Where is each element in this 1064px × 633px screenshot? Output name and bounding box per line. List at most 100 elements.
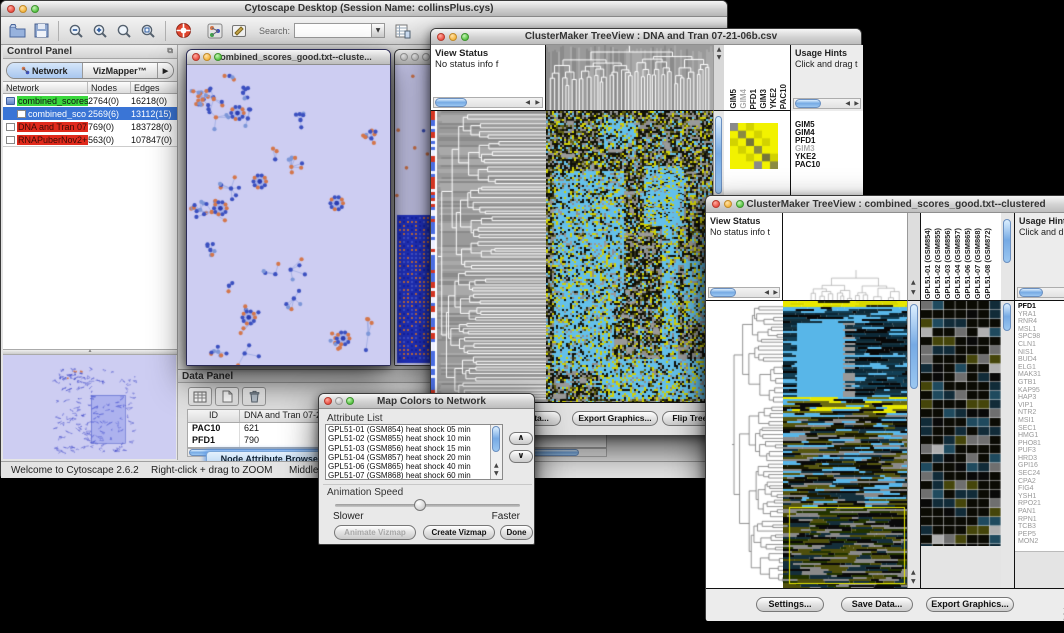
tv2-labels-vscrollbar[interactable]: [1001, 213, 1014, 301]
tv2-column-labels-panel[interactable]: GPL51-01 (GSM854)GPL51-02 (GSM855)GPL51-…: [920, 213, 1001, 301]
gene-label[interactable]: FIG4: [1018, 485, 1064, 493]
minimize-button[interactable]: [724, 200, 732, 208]
tv2-column-label[interactable]: GPL51-03 (GSM856): [943, 228, 952, 299]
scroll-up-icon[interactable]: ▲: [714, 47, 724, 53]
dialog-titlebar[interactable]: Map Colors to Network: [319, 394, 534, 409]
gene-label[interactable]: CPA2: [1018, 478, 1064, 486]
gene-label[interactable]: MSI1: [1018, 417, 1064, 425]
gene-label[interactable]: PUF3: [1018, 447, 1064, 455]
attribute-list-item[interactable]: GPL51-01 (GSM854) heat shock 05 min: [328, 425, 502, 434]
gene-label[interactable]: GPI16: [1018, 462, 1064, 470]
network-window-titlebar[interactable]: combined_scores_good.txt--cluste...: [187, 50, 390, 65]
zoom-window-button[interactable]: [346, 397, 354, 405]
zoom-out-icon[interactable]: [64, 20, 88, 42]
tv1-column-label[interactable]: GIM5: [729, 89, 738, 109]
cytoscape-titlebar[interactable]: Cytoscape Desktop (Session Name: collins…: [1, 1, 727, 17]
tab-network[interactable]: Network: [7, 63, 83, 78]
float-panel-icon[interactable]: ⧉: [167, 46, 173, 57]
tv1-status-hscrollbar[interactable]: ◀ ▶: [433, 97, 543, 108]
network-list-empty-area[interactable]: [3, 146, 177, 349]
network-row[interactable]: combined_scores 2764(0) 16218(0): [3, 94, 177, 107]
gene-label[interactable]: RPN1: [1018, 516, 1064, 524]
attribute-list-item[interactable]: GPL51-06 (GSM865) heat shock 40 min: [328, 462, 502, 471]
tab-vizmapper[interactable]: VizMapper™: [83, 63, 159, 78]
network-graph-canvas[interactable]: [187, 65, 390, 365]
gene-label[interactable]: YSH1: [1018, 493, 1064, 501]
open-folder-icon[interactable]: [5, 20, 29, 42]
new-attribute-icon[interactable]: [215, 387, 239, 406]
attribute-browser-icon[interactable]: [391, 20, 415, 42]
zoom-window-button[interactable]: [214, 53, 222, 61]
treeview1-titlebar[interactable]: ClusterMaker TreeView : DNA and Tran 07-…: [431, 29, 861, 45]
gene-label[interactable]: SEC24: [1018, 470, 1064, 478]
gene-label[interactable]: TCB3: [1018, 523, 1064, 531]
minimize-button[interactable]: [449, 33, 457, 41]
gene-label[interactable]: MON2: [1018, 538, 1064, 546]
network-row[interactable]: combined_sco 2569(6) 13112(15): [3, 107, 177, 120]
scroll-thumb[interactable]: [910, 304, 918, 389]
gene-label[interactable]: YRA1: [1018, 311, 1064, 319]
scroll-down-icon[interactable]: ▼: [911, 290, 916, 296]
save-icon[interactable]: [29, 20, 53, 42]
minimize-button[interactable]: [411, 53, 419, 61]
network-row[interactable]: RNAPuberNov2+1 563(0) 107847(0): [3, 133, 177, 146]
scroll-right-icon[interactable]: ▶: [535, 100, 540, 106]
scroll-up-icon[interactable]: ▲: [911, 280, 916, 286]
scroll-thumb[interactable]: [435, 98, 467, 107]
scroll-thumb[interactable]: [1003, 219, 1011, 263]
gene-label[interactable]: RNR4: [1018, 318, 1064, 326]
close-button[interactable]: [712, 200, 720, 208]
gene-label[interactable]: PFD1: [1018, 303, 1064, 311]
tv2-zoom-vscrollbar[interactable]: [1001, 301, 1014, 588]
scroll-thumb[interactable]: [492, 426, 500, 452]
speed-slider-thumb[interactable]: [414, 499, 426, 511]
gene-label[interactable]: MSL1: [1018, 326, 1064, 334]
scroll-right-icon[interactable]: ▶: [854, 101, 859, 107]
scroll-left-icon[interactable]: ◀: [845, 101, 850, 107]
gene-label[interactable]: NIS1: [1018, 349, 1064, 357]
settings-button[interactable]: Settings...: [756, 597, 824, 612]
tv2-heatmap-vscrollbar[interactable]: ▲ ▼: [907, 301, 920, 588]
zoom-in-icon[interactable]: [88, 20, 112, 42]
attribute-list-item[interactable]: GPL51-07 (GSM868) heat shock 60 min: [328, 471, 502, 480]
network-overview-canvas[interactable]: [3, 355, 176, 459]
delete-attribute-trash-icon[interactable]: [242, 387, 266, 406]
tv2-column-label[interactable]: GPL51-08 (GSM872): [983, 228, 992, 299]
zoom-selected-icon[interactable]: [136, 20, 160, 42]
scroll-thumb[interactable]: [715, 116, 722, 194]
search-dropdown-button[interactable]: ▼: [372, 23, 385, 38]
scroll-left-icon[interactable]: ◀: [764, 290, 769, 296]
gene-label[interactable]: MAK31: [1018, 371, 1064, 379]
gene-label[interactable]: HAP3: [1018, 394, 1064, 402]
annotation-icon[interactable]: [227, 20, 251, 42]
gene-label[interactable]: PAN1: [1018, 508, 1064, 516]
close-button[interactable]: [7, 5, 15, 13]
minimize-button[interactable]: [335, 397, 343, 405]
column-header-network[interactable]: Network: [3, 82, 88, 93]
tv1-row-label[interactable]: PAC10: [795, 161, 863, 169]
column-header-nodes[interactable]: Nodes: [88, 82, 131, 93]
tab-overflow-chevron-icon[interactable]: ▶: [158, 63, 173, 78]
help-lifering-icon[interactable]: [171, 20, 195, 42]
zoom-window-button[interactable]: [31, 5, 39, 13]
minimize-button[interactable]: [203, 53, 211, 61]
scroll-left-icon[interactable]: ◀: [525, 100, 530, 106]
export-graphics-button[interactable]: Export Graphics...: [926, 597, 1014, 612]
zoom-fit-icon[interactable]: [112, 20, 136, 42]
tv1-hints-hscrollbar[interactable]: ◀ ▶: [793, 98, 861, 109]
export-graphics-button[interactable]: Export Graphics...: [572, 411, 658, 426]
zoom-window-button[interactable]: [736, 200, 744, 208]
tv2-column-label[interactable]: GPL51-02 (GSM855): [933, 228, 942, 299]
zoom-window-button[interactable]: [461, 33, 469, 41]
tv1-column-label[interactable]: YKE2: [769, 88, 778, 109]
tv2-status-hscrollbar[interactable]: ◀ ▶: [708, 287, 780, 298]
tv1-global-heatmap[interactable]: [546, 111, 713, 402]
tv2-column-label[interactable]: GPL51-06 (GSM865): [963, 228, 972, 299]
tv1-zoom-heatmap[interactable]: [730, 123, 778, 169]
tv2-column-dendrogram[interactable]: [783, 213, 907, 301]
treeview2-titlebar[interactable]: ClusterMaker TreeView : combined_scores_…: [706, 196, 1064, 213]
gene-label[interactable]: ELG1: [1018, 364, 1064, 372]
scroll-thumb[interactable]: [795, 99, 821, 108]
gene-label[interactable]: VIP1: [1018, 402, 1064, 410]
attribute-list-vscrollbar[interactable]: ▲ ▼: [490, 425, 502, 479]
